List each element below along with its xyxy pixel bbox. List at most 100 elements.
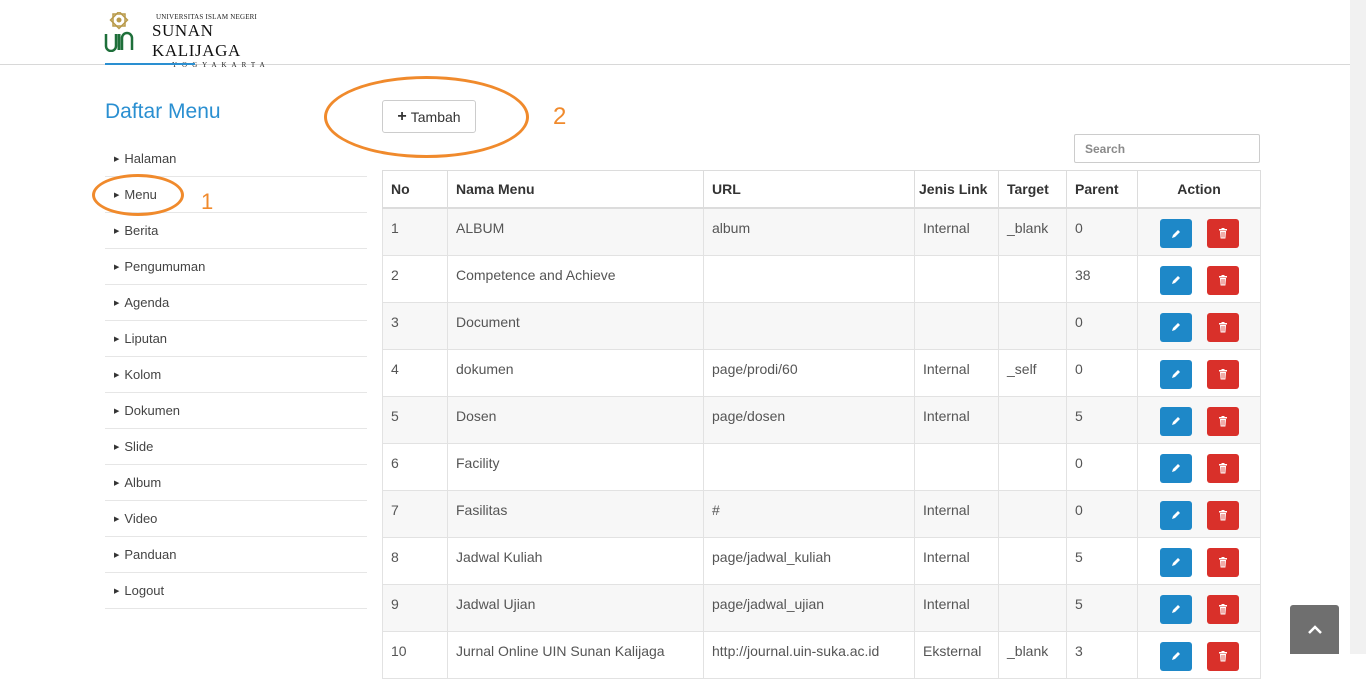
cell-target-text: [1007, 585, 1058, 596]
cell-jenis-link: [914, 301, 999, 350]
cell-target: [998, 301, 1067, 350]
column-header-jenis-link[interactable]: Jenis Link: [914, 170, 999, 209]
cell-no-text: 2: [391, 266, 399, 283]
university-logo[interactable]: UNIVERSITAS ISLAM NEGERI SUNAN KALIJAGA …: [104, 12, 304, 69]
sidebar-item-agenda[interactable]: ▶ Agenda: [105, 285, 367, 321]
sidebar-item-label: Kolom: [124, 367, 162, 382]
cell-parent-text: 5: [1075, 407, 1083, 424]
cell-no: 4: [382, 348, 448, 397]
cell-url: page/prodi/60: [703, 348, 915, 397]
cell-no: 1: [382, 207, 448, 256]
cell-nama-menu: Jadwal Kuliah: [447, 536, 704, 585]
edit-button[interactable]: [1159, 265, 1192, 295]
cell-no: 8: [382, 536, 448, 585]
scroll-to-top-button[interactable]: [1290, 605, 1339, 654]
delete-button[interactable]: [1206, 641, 1239, 671]
cell-no-text: 3: [391, 313, 399, 330]
sidebar-item-label: Agenda: [124, 295, 170, 310]
cell-url-text: http://journal.uin-suka.ac.id: [712, 642, 880, 659]
sidebar-item-label: Pengumuman: [124, 259, 206, 274]
cell-action: [1137, 301, 1261, 350]
cell-no-text: 8: [391, 548, 399, 565]
sidebar-item-halaman[interactable]: ▶ Halaman: [105, 141, 367, 177]
caret-right-icon: ▶: [114, 587, 120, 595]
delete-button[interactable]: [1206, 594, 1239, 624]
sidebar-item-panduan[interactable]: ▶ Panduan: [105, 537, 367, 573]
table-header-row: No Nama Menu URL Jenis Link Target Paren…: [382, 170, 1261, 209]
search-input[interactable]: [1074, 134, 1260, 163]
delete-button[interactable]: [1206, 406, 1239, 436]
sidebar-item-label: Liputan: [124, 331, 168, 346]
cell-url: page/dosen: [703, 395, 915, 444]
pencil-icon: [1171, 558, 1180, 566]
edit-button[interactable]: [1159, 547, 1192, 577]
edit-button[interactable]: [1159, 641, 1192, 671]
sidebar-item-kolom[interactable]: ▶ Kolom: [105, 357, 367, 393]
delete-button[interactable]: [1206, 219, 1239, 248]
caret-right-icon: ▶: [114, 227, 120, 235]
table-row: 10 Jurnal Online UIN Sunan Kalijaga http:/…: [382, 630, 1261, 679]
cell-parent-text: 0: [1075, 220, 1083, 236]
cell-url: #: [703, 489, 915, 538]
sidebar-item-video[interactable]: ▶ Video: [105, 501, 367, 537]
cell-jenis-link: Internal: [914, 536, 999, 585]
sidebar-item-label: Dokumen: [124, 403, 181, 418]
sidebar-item-logout[interactable]: ▶ Logout: [105, 573, 367, 609]
delete-button[interactable]: [1206, 359, 1239, 389]
cell-target: [998, 583, 1067, 632]
cell-nama-menu: Facility: [447, 442, 704, 491]
cell-parent-text: 0: [1075, 501, 1083, 518]
cell-url-text: [712, 303, 906, 314]
page-scrollbar[interactable]: [1350, 0, 1366, 654]
delete-button[interactable]: [1206, 453, 1239, 483]
sidebar-item-label: Berita: [124, 223, 159, 238]
column-header-url[interactable]: URL: [703, 170, 915, 209]
cell-url: [703, 254, 915, 303]
cell-url-text: page/dosen: [712, 407, 786, 424]
cell-target-text: _self: [1007, 360, 1037, 377]
cell-url-text: #: [712, 501, 720, 518]
trash-icon: [1218, 321, 1227, 332]
edit-button[interactable]: [1159, 594, 1192, 624]
sidebar-item-slide[interactable]: ▶ Slide: [105, 429, 367, 465]
cell-url: page/jadwal_ujian: [703, 583, 915, 632]
table-row: 8 Jadwal Kuliah page/jadwal_kuliah Internal…: [382, 536, 1261, 585]
column-header-parent[interactable]: Parent: [1066, 170, 1138, 209]
sidebar-item-liputan[interactable]: ▶ Liputan: [105, 321, 367, 357]
edit-button[interactable]: [1159, 359, 1192, 389]
cell-no-text: 5: [391, 407, 399, 424]
cell-target-text: _blank: [1007, 642, 1049, 659]
cell-target: _self: [998, 348, 1067, 397]
trash-icon: [1218, 650, 1227, 661]
delete-button[interactable]: [1206, 500, 1239, 530]
edit-button[interactable]: [1159, 500, 1192, 530]
edit-button[interactable]: [1159, 219, 1192, 248]
cell-jenis-link-text: [923, 256, 990, 267]
cell-action: [1137, 630, 1261, 679]
edit-button[interactable]: [1159, 312, 1192, 342]
cell-no: 3: [382, 301, 448, 350]
edit-button[interactable]: [1159, 406, 1192, 436]
sidebar-item-berita[interactable]: ▶ Berita: [105, 213, 367, 249]
cell-target: [998, 536, 1067, 585]
cell-jenis-link-text: [923, 444, 990, 455]
delete-button[interactable]: [1206, 547, 1239, 577]
sidebar-item-album[interactable]: ▶ Album: [105, 465, 367, 501]
column-header-nama-menu[interactable]: Nama Menu: [447, 170, 704, 209]
trash-icon: [1218, 274, 1227, 285]
column-header-no[interactable]: No: [382, 170, 448, 209]
sidebar-item-dokumen[interactable]: ▶ Dokumen: [105, 393, 367, 429]
delete-button[interactable]: [1206, 312, 1239, 342]
cell-parent: 0: [1066, 301, 1138, 350]
sidebar-item-pengumuman[interactable]: ▶ Pengumuman: [105, 249, 367, 285]
edit-button[interactable]: [1159, 453, 1192, 483]
cell-nama-menu: Jurnal Online UIN Sunan Kalijaga: [447, 630, 704, 679]
cell-no: 7: [382, 489, 448, 538]
caret-right-icon: ▶: [114, 335, 120, 343]
delete-button[interactable]: [1206, 265, 1239, 295]
column-header-target[interactable]: Target: [998, 170, 1067, 209]
cell-jenis-link-text: Internal: [923, 595, 970, 612]
logo-line-2: SUNAN KALIJAGA: [152, 21, 241, 60]
cell-action: [1137, 395, 1261, 444]
table-body: 1 ALBUM album Internal _blank 0 2 Competence an…: [382, 207, 1261, 679]
